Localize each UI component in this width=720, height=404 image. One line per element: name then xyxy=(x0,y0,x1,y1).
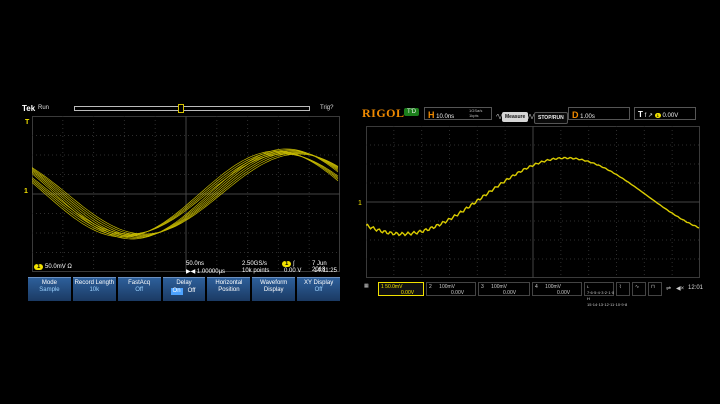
tek-waveform-area xyxy=(32,116,340,272)
tek-record-length-value: 10k xyxy=(89,287,100,293)
rigol-measure-button[interactable]: Measure xyxy=(502,112,529,122)
tek-fastacq-label: FastAcq xyxy=(128,280,151,286)
rigol-ch1-box[interactable]: 1 50.0mV 0.00V xyxy=(378,282,424,296)
tek-delay-off[interactable]: Off xyxy=(186,288,198,295)
tek-mode-label: Mode xyxy=(41,280,57,286)
tek-trigger-level: 0.00 V xyxy=(284,268,302,274)
tek-time: 14:11:25 xyxy=(314,268,337,274)
rigol-trigger-level: 0.00V xyxy=(662,113,679,119)
tek-trigger-channel: 1 xyxy=(282,261,292,267)
rigol-acq-info: 1GSa/s 1kpts xyxy=(469,108,482,118)
tek-xy-display-label: XY Display xyxy=(303,280,334,286)
rigol-ch4-offset: 0.00V xyxy=(557,290,571,296)
tek-gridlines xyxy=(32,116,340,272)
tek-delay-on[interactable]: On xyxy=(170,288,183,295)
tek-run-status: Run xyxy=(38,105,50,111)
rigol-trigger-status: T'D xyxy=(404,108,420,116)
rigol-graticule xyxy=(366,126,700,278)
tek-xy-display-value: Off xyxy=(314,287,323,293)
rigol-memory-bar xyxy=(495,106,555,120)
rigol-status-bar: ▦ 1 50.0mV 0.00V 2 100mV 0.00V 3 100mV 0… xyxy=(362,282,706,307)
tek-ch1-impedance: Ω xyxy=(67,264,72,270)
tek-graticule xyxy=(32,116,340,272)
rigol-speaker-icon[interactable]: ◀× xyxy=(676,285,684,292)
tek-trigger-position-marker: T xyxy=(25,119,30,126)
rigol-clock: 12:01 xyxy=(688,285,704,291)
tek-ch1-scale: 50.0mV xyxy=(45,264,66,270)
tek-delay-button[interactable]: Delay On Off xyxy=(162,277,206,301)
tek-record-position-bar[interactable] xyxy=(74,104,310,113)
rigol-horizontal-box[interactable]: H 10.0ns 1GSa/s 1kpts xyxy=(424,107,492,120)
tek-sample-rate: 2.50GS/s xyxy=(242,261,268,267)
tek-ch1-ground-marker[interactable]: 1 xyxy=(24,188,28,195)
rigol-delay-value: 1.00s xyxy=(580,114,595,120)
rigol-trigger-box[interactable]: T f ↗ 1 0.00V xyxy=(634,107,696,120)
rigol-timebase: 10.0ns xyxy=(436,114,455,120)
tek-record-length-label: Record Length xyxy=(74,280,114,286)
tek-horizontal-position-label: Horizontal Position xyxy=(215,280,243,293)
tek-record-view-marker[interactable] xyxy=(178,104,184,113)
rigol-trigger-edge-icon: ↗ xyxy=(647,113,653,119)
rigol-ch2-offset: 0.00V xyxy=(451,290,465,296)
rigol-ch3-box[interactable]: 3 100mV 0.00V xyxy=(478,282,530,296)
rigol-delay-label: D xyxy=(572,110,579,120)
tek-brand-logo: Tek xyxy=(22,104,36,113)
rigol-ch1-ground-marker[interactable]: 1 xyxy=(358,200,362,207)
tek-position-value: 1.00000µs xyxy=(196,269,226,275)
tek-record-length-button[interactable]: Record Length 10k xyxy=(72,277,116,301)
tek-position-readout: ▶◀ 1.00000µs xyxy=(186,269,226,275)
rigol-decode-icon[interactable]: ⊓ xyxy=(648,282,662,296)
rigol-trigger-f-icon: f xyxy=(644,113,647,119)
rigol-horizontal-label: H xyxy=(428,110,435,120)
rigol-ch4-num: 4 xyxy=(535,284,538,290)
tek-timebase[interactable]: 50.0ns xyxy=(186,261,204,267)
rigol-ch3-num: 3 xyxy=(481,284,484,290)
rigol-memory-depth: 1kpts xyxy=(469,113,479,118)
rigol-ch2-box[interactable]: 2 100mV 0.00V xyxy=(426,282,476,296)
tek-xy-display-button[interactable]: XY Display Off xyxy=(297,277,341,301)
rigol-stop-run-button[interactable]: STOP/RUN xyxy=(534,112,568,124)
tek-scope-screen: Tek Run Trig? T 1 1 50.0mV Ω 50.0ns ▶◀ 1… xyxy=(22,104,342,304)
tek-trigger-status: Trig? xyxy=(320,105,334,111)
rigol-ch1-scale: 50.0mV xyxy=(385,284,403,290)
rigol-delay-box[interactable]: D 1.00s xyxy=(568,107,630,120)
tek-fastacq-button[interactable]: FastAcq Off xyxy=(117,277,161,301)
tek-ch1-badge: 1 xyxy=(34,264,44,270)
rigol-ch2-num: 2 xyxy=(429,284,432,290)
rigol-brand-logo: RIGOL xyxy=(362,106,405,120)
tek-fastacq-value: Off xyxy=(135,287,144,293)
rigol-ch4-box[interactable]: 4 100mV 0.00V xyxy=(532,282,582,296)
rigol-trigger-source: 1 xyxy=(654,113,661,118)
tek-record-points: 10k points xyxy=(242,268,270,274)
rigol-digital-box[interactable]: L 7·6·5·4·3·2·1·0 H 15·14·13·12·11·10·9·8 xyxy=(584,282,627,307)
tek-delay-toggle[interactable]: On Off xyxy=(163,288,206,295)
rigol-scope-screen: RIGOL T'D H 10.0ns 1GSa/s 1kpts Measure … xyxy=(358,104,706,307)
tek-mode-button[interactable]: Mode Sample xyxy=(28,277,71,301)
tek-trigger-readout[interactable]: 1 ∫ xyxy=(282,261,295,267)
tek-waveform-display-label: Waveform Display xyxy=(260,280,288,293)
tek-delay-label: Delay xyxy=(176,280,192,286)
tek-horizontal-position-button[interactable]: Horizontal Position xyxy=(207,277,251,301)
rigol-trigger-label: T xyxy=(638,110,643,119)
tek-status-bar: 1 50.0mV Ω 50.0ns ▶◀ 1.00000µs 2.50GS/s … xyxy=(32,261,340,275)
tek-waveform-display-button[interactable]: Waveform Display xyxy=(252,277,296,301)
rigol-waveform-area xyxy=(366,126,700,278)
rigol-usb-icon: ⇌ xyxy=(666,286,672,292)
tek-mode-value: Sample xyxy=(39,287,60,293)
rigol-ch1-num: 1 xyxy=(381,284,384,290)
rigol-gridlines xyxy=(366,126,700,278)
tek-ch1-readout[interactable]: 1 50.0mV Ω xyxy=(34,264,72,270)
rigol-ch3-offset: 0.00V xyxy=(503,290,517,296)
rigol-grid-icon[interactable]: ▦ xyxy=(362,282,376,296)
rigol-ref-icon[interactable]: ∿ xyxy=(632,282,646,296)
tek-bottom-menu: Mode Sample Record Length 10k FastAcq Of… xyxy=(28,277,341,301)
rigol-math-icon[interactable]: ⌇ xyxy=(616,282,630,296)
rigol-ch1-offset: 0.00V xyxy=(401,290,415,296)
